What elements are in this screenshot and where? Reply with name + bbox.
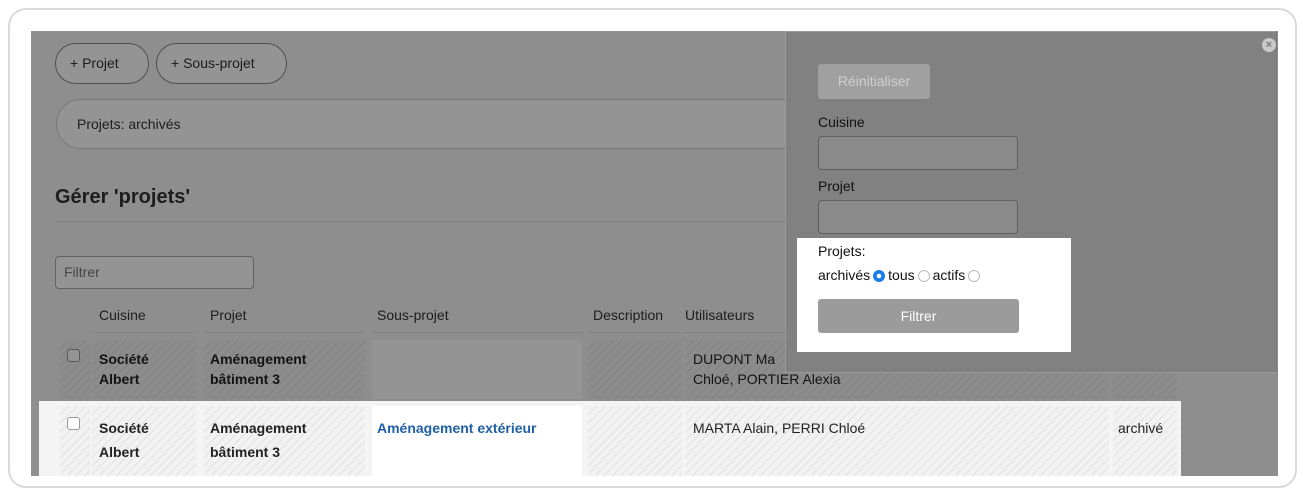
- cell-description: [588, 406, 682, 476]
- status-radio-group: archivés tous actifs: [818, 267, 983, 283]
- close-icon[interactable]: ×: [1262, 38, 1276, 52]
- cell-sous-projet: [372, 406, 582, 476]
- projets-label: Projets:: [818, 243, 866, 259]
- projet-label: Projet: [818, 178, 855, 194]
- status-text: archivé: [1118, 420, 1164, 436]
- radio-label-tous: tous: [888, 267, 915, 283]
- subproject-link[interactable]: Aménagement extérieur: [377, 418, 537, 438]
- cell-utilisateurs: [685, 406, 1109, 476]
- radio-label-archives: archivés: [818, 267, 871, 283]
- radio-label-actifs: actifs: [932, 267, 966, 283]
- cell-projet-line2: bâtiment 3: [210, 444, 281, 460]
- cuisine-field[interactable]: [818, 136, 1018, 170]
- projet-field[interactable]: [818, 200, 1018, 234]
- reset-button[interactable]: Réinitialiser: [818, 64, 930, 99]
- cell-utilisateurs-line1: MARTA Alain, PERRI Chloé: [693, 420, 866, 436]
- cell-projet: [204, 406, 365, 476]
- cell-cuisine: [92, 406, 196, 476]
- radio-tous[interactable]: [917, 270, 930, 282]
- radio-archives[interactable]: [873, 270, 886, 282]
- cell-projet-line1: Aménagement: [210, 420, 307, 436]
- modal-overlay[interactable]: [31, 401, 39, 476]
- cell-cuisine-line1: Société: [99, 420, 149, 436]
- radio-actifs[interactable]: [968, 270, 981, 282]
- cell-cuisine-line2: Albert: [99, 444, 140, 460]
- filter-submit-button[interactable]: Filtrer: [818, 299, 1019, 333]
- cell-status: [1113, 406, 1177, 476]
- row-checkbox[interactable]: [67, 417, 80, 430]
- cuisine-label: Cuisine: [818, 114, 865, 130]
- modal-overlay[interactable]: [1181, 401, 1278, 476]
